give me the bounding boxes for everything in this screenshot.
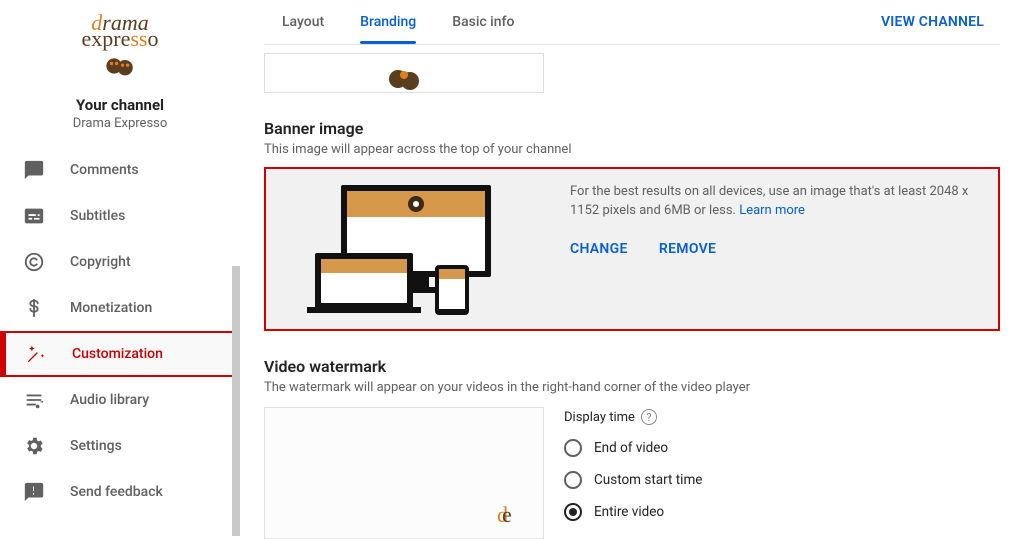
channel-logo: drama expresso <box>82 8 159 80</box>
radio-end-of-video[interactable]: End of video <box>564 439 739 457</box>
logo-expresso: expresso <box>82 28 159 50</box>
gear-icon <box>22 434 46 458</box>
wand-icon <box>24 342 48 366</box>
watermark-title: Video watermark <box>264 357 1000 376</box>
main-content: Layout Branding Basic info VIEW CHANNEL … <box>240 0 1024 539</box>
sidebar-label: Monetization <box>70 300 152 316</box>
sidebar-label: Subtitles <box>70 208 125 224</box>
profile-picture-preview-stub <box>264 53 544 93</box>
radio-label: Entire video <box>594 504 664 520</box>
sidebar-item-audio-library[interactable]: Audio library <box>0 377 240 423</box>
sidebar-nav: Comments Subtitles Copyright Monetizatio… <box>0 147 240 539</box>
sidebar-label: Audio library <box>70 392 149 408</box>
dollar-icon <box>22 296 46 320</box>
sidebar-scrollbar[interactable] <box>232 266 240 536</box>
channel-block: Your channel Drama Expresso <box>0 96 240 131</box>
sidebar-label: Copyright <box>70 254 131 270</box>
radio-label: Custom start time <box>594 472 702 488</box>
help-icon[interactable]: ? <box>641 409 657 425</box>
watermark-controls: Display time ? End of video Custom start… <box>564 407 739 539</box>
watermark-mark-icon: de <box>497 500 527 530</box>
sidebar-label: Settings <box>70 438 122 454</box>
sidebar-label: Comments <box>70 162 139 178</box>
banner-learn-more-link[interactable]: Learn more <box>739 203 805 218</box>
sidebar-item-feedback[interactable]: Send feedback <box>0 469 240 515</box>
banner-title: Banner image <box>264 119 1000 138</box>
sidebar-item-customization[interactable]: Customization <box>0 331 240 377</box>
library-icon <box>22 388 46 412</box>
subtitles-icon <box>22 204 46 228</box>
radio-icon <box>564 439 582 457</box>
banner-subtitle: This image will appear across the top of… <box>264 142 1000 157</box>
channel-name: Drama Expresso <box>0 116 240 131</box>
radio-label: End of video <box>594 440 668 456</box>
feedback-icon <box>22 480 46 504</box>
radio-entire-video[interactable]: Entire video <box>564 503 739 521</box>
your-channel-label: Your channel <box>0 96 240 114</box>
banner-actions: CHANGE REMOVE <box>570 239 984 260</box>
watermark-subtitle: The watermark will appear on your videos… <box>264 380 1000 395</box>
logo-mask-icon <box>103 52 137 80</box>
radio-custom-start[interactable]: Custom start time <box>564 471 739 489</box>
watermark-preview-player: de <box>264 407 544 539</box>
radio-icon <box>564 503 582 521</box>
sidebar-item-comments[interactable]: Comments <box>0 147 240 193</box>
comment-icon <box>22 158 46 182</box>
banner-change-button[interactable]: CHANGE <box>570 241 628 257</box>
tab-branding[interactable]: Branding <box>342 0 434 44</box>
tabs-divider <box>264 44 1000 45</box>
studio-sidebar: drama expresso Your channel Drama Expres… <box>0 0 240 539</box>
tab-layout[interactable]: Layout <box>264 0 342 44</box>
banner-section: Banner image This image will appear acro… <box>264 119 1000 331</box>
copyright-icon <box>22 250 46 274</box>
banner-card: For the best results on all devices, use… <box>264 167 1000 331</box>
banner-remove-button[interactable]: REMOVE <box>659 241 716 257</box>
sidebar-item-subtitles[interactable]: Subtitles <box>0 193 240 239</box>
tab-basic-info[interactable]: Basic info <box>434 0 532 44</box>
view-channel-link[interactable]: VIEW CHANNEL <box>881 14 984 30</box>
display-time-label: Display time <box>564 410 635 425</box>
sidebar-label: Customization <box>72 346 163 362</box>
sidebar-item-settings[interactable]: Settings <box>0 423 240 469</box>
banner-devices-preview <box>280 179 550 319</box>
customization-tabs: Layout Branding Basic info <box>264 0 532 44</box>
sidebar-item-monetization[interactable]: Monetization <box>0 285 240 331</box>
radio-icon <box>564 471 582 489</box>
sidebar-label: Send feedback <box>70 484 163 500</box>
watermark-section: Video watermark The watermark will appea… <box>264 357 1000 539</box>
sidebar-item-copyright[interactable]: Copyright <box>0 239 240 285</box>
